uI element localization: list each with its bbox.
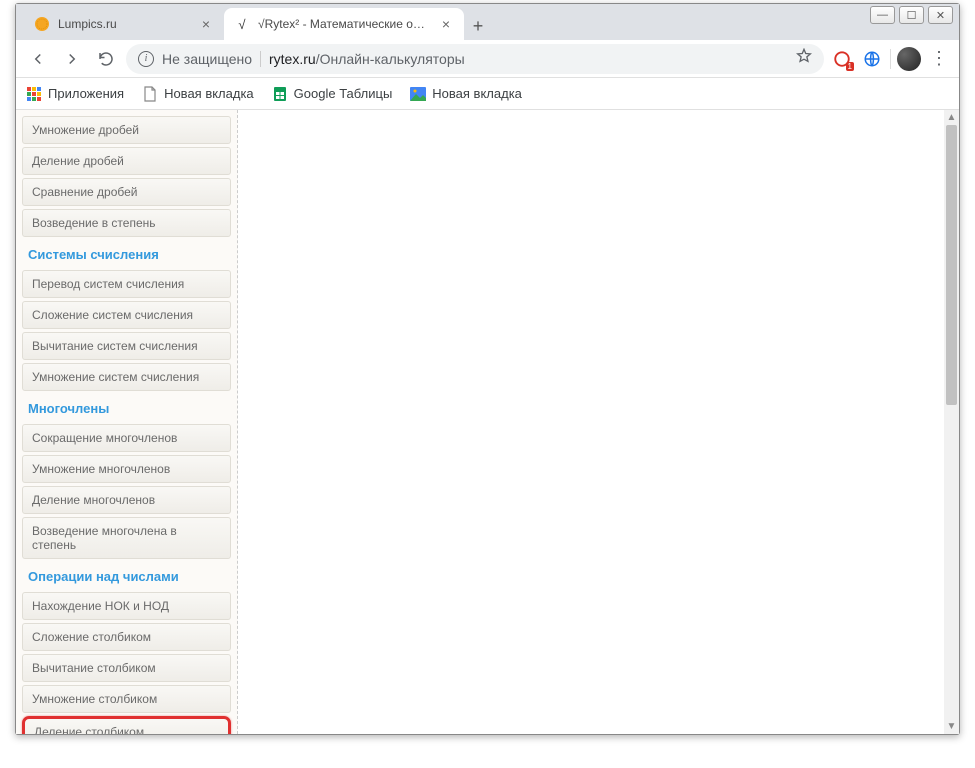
bookmark-label: Приложения	[48, 86, 124, 101]
security-label: Не защищено	[162, 51, 252, 67]
new-tab-button[interactable]: +	[464, 12, 492, 40]
sidebar-item[interactable]: Вычитание систем счисления	[22, 332, 231, 360]
scrollbar[interactable]: ▲ ▼	[944, 110, 959, 734]
sidebar-item[interactable]: Нахождение НОК и НОД	[22, 592, 231, 620]
sidebar: Умножение дробей Деление дробей Сравнение …	[16, 110, 238, 734]
sidebar-item[interactable]: Сокращение многочленов	[22, 424, 231, 452]
address-bar[interactable]: i Не защищено rytex.ru/Онлайн-калькулято…	[126, 44, 824, 74]
sqrt-icon: √	[234, 16, 250, 32]
sidebar-item[interactable]: Возведение многочлена в степень	[22, 517, 231, 559]
close-icon[interactable]: ×	[438, 16, 454, 32]
main-content-area	[238, 110, 949, 734]
separator	[260, 51, 261, 67]
page-content: Умножение дробей Деление дробей Сравнение …	[16, 110, 959, 734]
sidebar-item[interactable]: Умножение систем счисления	[22, 363, 231, 391]
menu-button[interactable]: ⋮	[927, 47, 951, 71]
bookmark-label: Новая вкладка	[432, 86, 522, 101]
sidebar-item[interactable]: Деление дробей	[22, 147, 231, 175]
apps-icon	[26, 86, 42, 102]
window-controls: — ☐ ✕	[870, 6, 953, 24]
info-icon[interactable]: i	[138, 51, 154, 67]
sidebar-item[interactable]: Вычитание столбиком	[22, 654, 231, 682]
minimize-button[interactable]: —	[870, 6, 895, 24]
reload-button[interactable]	[92, 45, 120, 73]
close-window-button[interactable]: ✕	[928, 6, 953, 24]
sidebar-item[interactable]: Перевод систем счисления	[22, 270, 231, 298]
toolbar: i Не защищено rytex.ru/Онлайн-калькулято…	[16, 40, 959, 78]
bookmarks-bar: Приложения Новая вкладка Google Таблицы …	[16, 78, 959, 110]
bookmark-label: Новая вкладка	[164, 86, 254, 101]
tab-title: √Rytex² - Математические онла	[258, 17, 430, 31]
scroll-thumb[interactable]	[946, 125, 957, 405]
extension-icon[interactable]: 1	[830, 47, 854, 71]
sidebar-item[interactable]: Деление многочленов	[22, 486, 231, 514]
tab-lumpics[interactable]: Lumpics.ru ×	[24, 8, 224, 40]
url-text: rytex.ru/Онлайн-калькуляторы	[269, 51, 465, 67]
sidebar-category-header[interactable]: Многочлены	[20, 394, 237, 422]
bookmark-star-icon[interactable]	[796, 48, 812, 69]
sheets-icon	[272, 86, 288, 102]
bookmark-newtab2[interactable]: Новая вкладка	[410, 86, 522, 102]
sidebar-item[interactable]: Сложение столбиком	[22, 623, 231, 651]
sidebar-category-header[interactable]: Операции над числами	[20, 562, 237, 590]
bookmark-newtab1[interactable]: Новая вкладка	[142, 86, 254, 102]
sidebar-item[interactable]: Возведение в степень	[22, 209, 231, 237]
maximize-button[interactable]: ☐	[899, 6, 924, 24]
tab-rytex[interactable]: √ √Rytex² - Математические онла ×	[224, 8, 464, 40]
orange-icon	[34, 16, 50, 32]
sidebar-item[interactable]: Сравнение дробей	[22, 178, 231, 206]
forward-button[interactable]	[58, 45, 86, 73]
profile-avatar[interactable]	[897, 47, 921, 71]
extension-badge: 1	[846, 62, 854, 71]
tab-title: Lumpics.ru	[58, 17, 190, 31]
scroll-up-arrow[interactable]: ▲	[944, 110, 959, 125]
bookmark-apps[interactable]: Приложения	[26, 86, 124, 102]
page-icon	[142, 86, 158, 102]
sidebar-item[interactable]: Сложение систем счисления	[22, 301, 231, 329]
sidebar-item[interactable]: Деление столбиком	[22, 716, 231, 734]
back-button[interactable]	[24, 45, 52, 73]
separator	[890, 49, 891, 69]
sidebar-item[interactable]: Умножение дробей	[22, 116, 231, 144]
sidebar-item[interactable]: Умножение многочленов	[22, 455, 231, 483]
bookmark-label: Google Таблицы	[294, 86, 393, 101]
globe-icon[interactable]	[860, 47, 884, 71]
close-icon[interactable]: ×	[198, 16, 214, 32]
browser-window: Lumpics.ru × √ √Rytex² - Математические …	[15, 3, 960, 735]
tab-strip: Lumpics.ru × √ √Rytex² - Математические …	[16, 4, 959, 40]
photo-icon	[410, 86, 426, 102]
bookmark-sheets[interactable]: Google Таблицы	[272, 86, 393, 102]
sidebar-category-header[interactable]: Системы счисления	[20, 240, 237, 268]
sidebar-item[interactable]: Умножение столбиком	[22, 685, 231, 713]
scroll-down-arrow[interactable]: ▼	[944, 719, 959, 734]
